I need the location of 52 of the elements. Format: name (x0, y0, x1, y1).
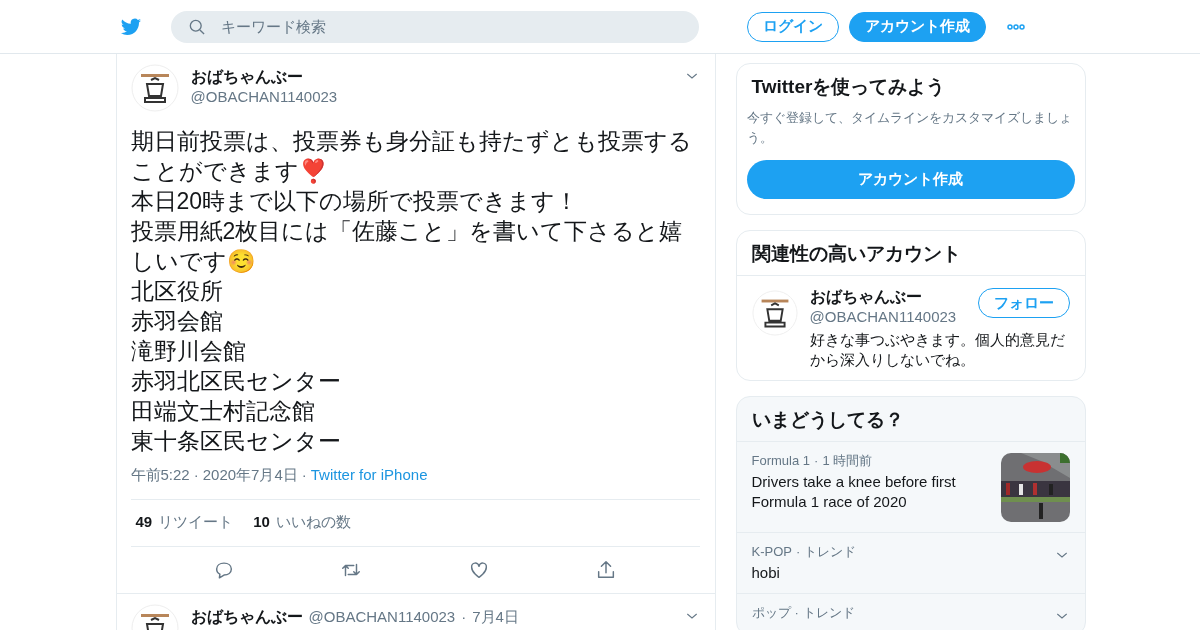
separator-dot: · (301, 466, 307, 483)
tweet-text: 田端文士村記念館 (130, 397, 316, 426)
avatar-icon (751, 290, 798, 336)
source-link[interactable]: Twitter for iPhone (310, 466, 428, 483)
separator-dot: · (193, 466, 199, 483)
stat-label: リツイート (158, 513, 234, 530)
user-handle: @OBACHAN1140023 (190, 87, 339, 106)
trend-meta: トレンド (804, 544, 857, 559)
separator-dot: · (461, 607, 467, 626)
user-name: おばちゃんぶー (190, 607, 303, 627)
trend-title: Drivers take a knee before first Formula 1 race of 2020 (751, 472, 957, 512)
user-name: おばちゃんぶー (190, 67, 304, 87)
stat-count: 10 (253, 513, 270, 530)
trend-title: hobi (751, 563, 781, 583)
user-name: おばちゃんぶー (809, 287, 923, 307)
user-bio: 好きな事つぶやきます。個人的意見だから深入りしないでね。 (809, 330, 1066, 370)
separator-dot: · (814, 453, 819, 468)
card-title: 関連性の高いアカウント (736, 231, 1085, 276)
separator-dot: · (794, 605, 799, 620)
card-title: いまどうしてる？ (736, 397, 1085, 442)
card-text: 今すぐ登録して、タイムラインをカスタマイズしましょう。 (745, 109, 1073, 147)
trend-context: Formula 1 (751, 453, 811, 468)
search-field[interactable]: キーワード検索 (171, 10, 699, 43)
trend-item[interactable]: ポップ · トレンド (736, 594, 1085, 630)
trend-context: K-POP (751, 544, 792, 559)
stat-count: 49 (135, 513, 153, 530)
stat-label: いいねの数 (275, 513, 351, 530)
tweet-text: 滝野川会館 (130, 337, 247, 366)
tweet-text: 赤羽北区民センター (130, 367, 342, 396)
user-handle: @OBACHAN1140023 (809, 307, 958, 326)
login-button[interactable]: ログイン (747, 11, 839, 42)
trend-context: ポップ (751, 605, 791, 620)
trend-meta: 1 時間前 (822, 453, 873, 468)
tweet-text: 東十条区民センター (130, 427, 342, 456)
tweet-text: 期日前投票は、投票券も身分証も持たずとも投票することができます❣ (130, 127, 693, 186)
follow-button[interactable]: フォロー (977, 288, 1070, 318)
card-title: Twitterを使ってみよう (750, 75, 947, 99)
separator-dot: · (795, 544, 801, 559)
trend-item[interactable]: K-POP · トレンド hobi (736, 533, 1085, 594)
signup-button[interactable]: アカウント作成 (849, 11, 986, 42)
signup-button[interactable]: アカウント作成 (746, 160, 1075, 199)
tweet-text: 赤羽会館 (130, 307, 224, 336)
tweet-date: 2020年7月4日 (202, 466, 298, 483)
tweet-text: 北区役所 (130, 277, 224, 306)
tweet-text: 投票用紙2枚目には「佐藤こと」を書いて下さると嬉しいです☺ (130, 217, 684, 276)
avatar-icon (130, 64, 179, 112)
tweet-time: 午前5:22 (130, 466, 190, 483)
trend-meta: トレンド (802, 605, 855, 620)
tweet-text: 本日20時まで以下の場所で投票できます！ (130, 187, 580, 216)
trend-item[interactable]: Formula 1 · 1 時間前 Drivers take a knee before first Formula 1 race of 2020 (736, 442, 1085, 533)
tweet-date: 7月4日 (472, 607, 519, 626)
user-handle: @OBACHAN1140023 (308, 607, 456, 626)
